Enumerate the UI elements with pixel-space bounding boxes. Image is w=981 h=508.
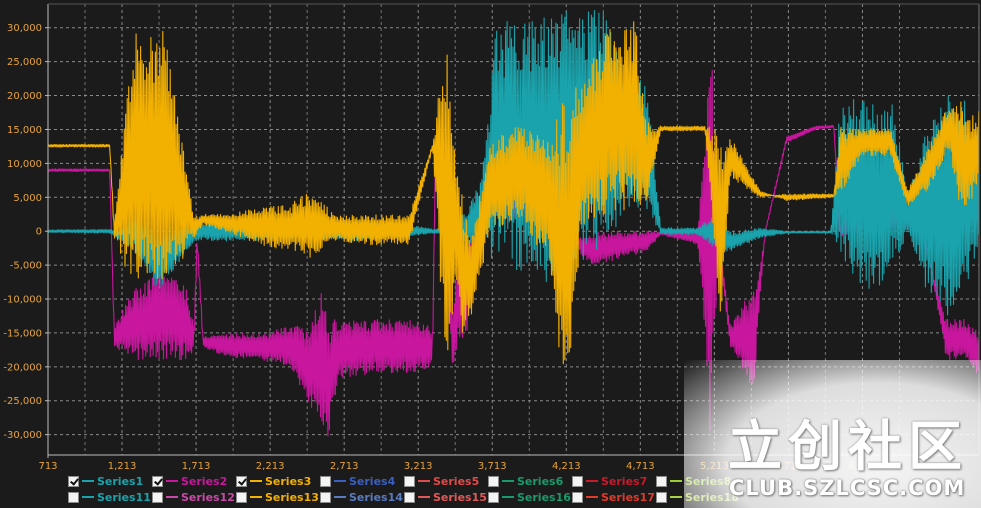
x-tick-label: 2,213 xyxy=(256,461,285,472)
legend-checkbox[interactable] xyxy=(68,475,79,487)
legend-checkbox[interactable] xyxy=(236,475,247,487)
x-tick-label: 2,713 xyxy=(330,461,359,472)
x-tick-label: 3,713 xyxy=(478,461,507,472)
y-tick-label: -5,000 xyxy=(10,261,42,272)
legend-item-series7[interactable]: Series7 xyxy=(572,475,656,488)
legend-swatch xyxy=(670,496,682,498)
legend-label: Series14 xyxy=(349,490,403,504)
legend-label: Series3 xyxy=(265,474,312,488)
legend-checkbox[interactable] xyxy=(320,491,331,503)
legend-item-series5[interactable]: Series5 xyxy=(404,475,488,488)
legend-item-series3[interactable]: Series3 xyxy=(236,475,320,488)
legend-swatch xyxy=(586,480,598,482)
legend-item-series16[interactable]: Series16 xyxy=(488,491,572,504)
legend-item-series2[interactable]: Series2 xyxy=(152,475,236,488)
legend-label: Series8 xyxy=(685,474,732,488)
legend-swatch xyxy=(250,480,262,482)
legend-item-series4[interactable]: Series4 xyxy=(320,475,404,488)
x-tick-label: 713 xyxy=(38,461,57,472)
legend-label: Series6 xyxy=(517,474,564,488)
legend-swatch xyxy=(334,480,346,482)
y-tick-label: 30,000 xyxy=(7,23,42,34)
legend-swatch xyxy=(586,496,598,498)
legend-item-series17[interactable]: Series17 xyxy=(572,491,656,504)
legend-swatch xyxy=(418,480,430,482)
legend-checkbox[interactable] xyxy=(572,491,583,503)
y-tick-label: 15,000 xyxy=(7,125,42,136)
legend-checkbox[interactable] xyxy=(320,475,331,487)
legend-label: Series7 xyxy=(601,474,648,488)
legend-label: Series16 xyxy=(517,490,571,504)
legend-checkbox[interactable] xyxy=(236,491,247,503)
legend-swatch xyxy=(670,480,682,482)
y-tick-label: 5,000 xyxy=(13,193,42,204)
x-tick-label: 4,713 xyxy=(626,461,655,472)
legend-checkbox[interactable] xyxy=(488,475,499,487)
series-lines xyxy=(47,10,980,437)
x-tick-label: 1,213 xyxy=(108,461,137,472)
legend-label: Series13 xyxy=(265,490,319,504)
legend-swatch xyxy=(82,480,94,482)
legend-swatch xyxy=(334,496,346,498)
x-tick-label: 5,213 xyxy=(700,461,729,472)
y-tick-label: 0 xyxy=(36,227,42,238)
watermark-chinese-text: 立创社区 xyxy=(728,415,968,478)
legend-checkbox[interactable] xyxy=(404,491,415,503)
legend-item-series13[interactable]: Series13 xyxy=(236,491,320,504)
y-tick-label: 10,000 xyxy=(7,159,42,170)
legend-checkbox[interactable] xyxy=(488,491,499,503)
legend-label: Series5 xyxy=(433,474,480,488)
legend-item-series1[interactable]: Series1 xyxy=(68,475,152,488)
x-tick-label: 3,213 xyxy=(404,461,433,472)
legend-swatch xyxy=(502,496,514,498)
legend-item-series18[interactable]: Series18 xyxy=(656,491,740,504)
legend-checkbox[interactable] xyxy=(152,475,163,487)
y-tick-label: -15,000 xyxy=(3,328,42,339)
legend-label: Series15 xyxy=(433,490,487,504)
legend-label: Series1 xyxy=(97,474,144,488)
legend-item-series6[interactable]: Series6 xyxy=(488,475,572,488)
legend-label: Series12 xyxy=(181,490,235,504)
legend-checkbox[interactable] xyxy=(656,491,667,503)
legend-item-series14[interactable]: Series14 xyxy=(320,491,404,504)
y-tick-label: -25,000 xyxy=(3,396,42,407)
y-tick-label: -10,000 xyxy=(3,295,42,306)
y-tick-label: -30,000 xyxy=(3,430,42,441)
legend-label: Series4 xyxy=(349,474,396,488)
legend-checkbox[interactable] xyxy=(656,475,667,487)
legend-item-series12[interactable]: Series12 xyxy=(152,491,236,504)
legend-checkbox[interactable] xyxy=(152,491,163,503)
legend-row-1: Series1 Series2 Series3 Series4 Series5 Serie… xyxy=(68,473,740,489)
legend-checkbox[interactable] xyxy=(572,475,583,487)
legend-swatch xyxy=(82,496,94,498)
watermark-url-text: CLUB.SZLCSC.COM xyxy=(729,476,966,500)
legend-checkbox[interactable] xyxy=(404,475,415,487)
legend-label: Series17 xyxy=(601,490,655,504)
legend-label: Series2 xyxy=(181,474,228,488)
y-tick-label: 25,000 xyxy=(7,57,42,68)
x-tick-label: 4,213 xyxy=(552,461,581,472)
legend-swatch xyxy=(250,496,262,498)
x-tick-label: 1,713 xyxy=(182,461,211,472)
y-tick-label: -20,000 xyxy=(3,362,42,373)
legend-item-series11[interactable]: Series11 xyxy=(68,491,152,504)
legend-checkbox[interactable] xyxy=(68,491,79,503)
y-tick-labels: 30,000 25,000 20,000 15,000 10,000 5,000 0 -5,0… xyxy=(3,23,48,441)
legend-swatch xyxy=(166,496,178,498)
legend-swatch xyxy=(502,480,514,482)
legend-item-series15[interactable]: Series15 xyxy=(404,491,488,504)
legend-swatch xyxy=(166,480,178,482)
legend-label: Series11 xyxy=(97,490,151,504)
y-tick-label: 20,000 xyxy=(7,91,42,102)
legend-swatch xyxy=(418,496,430,498)
legend-row-2: Series11 Series12 Series13 Series14 Series15… xyxy=(68,489,740,505)
